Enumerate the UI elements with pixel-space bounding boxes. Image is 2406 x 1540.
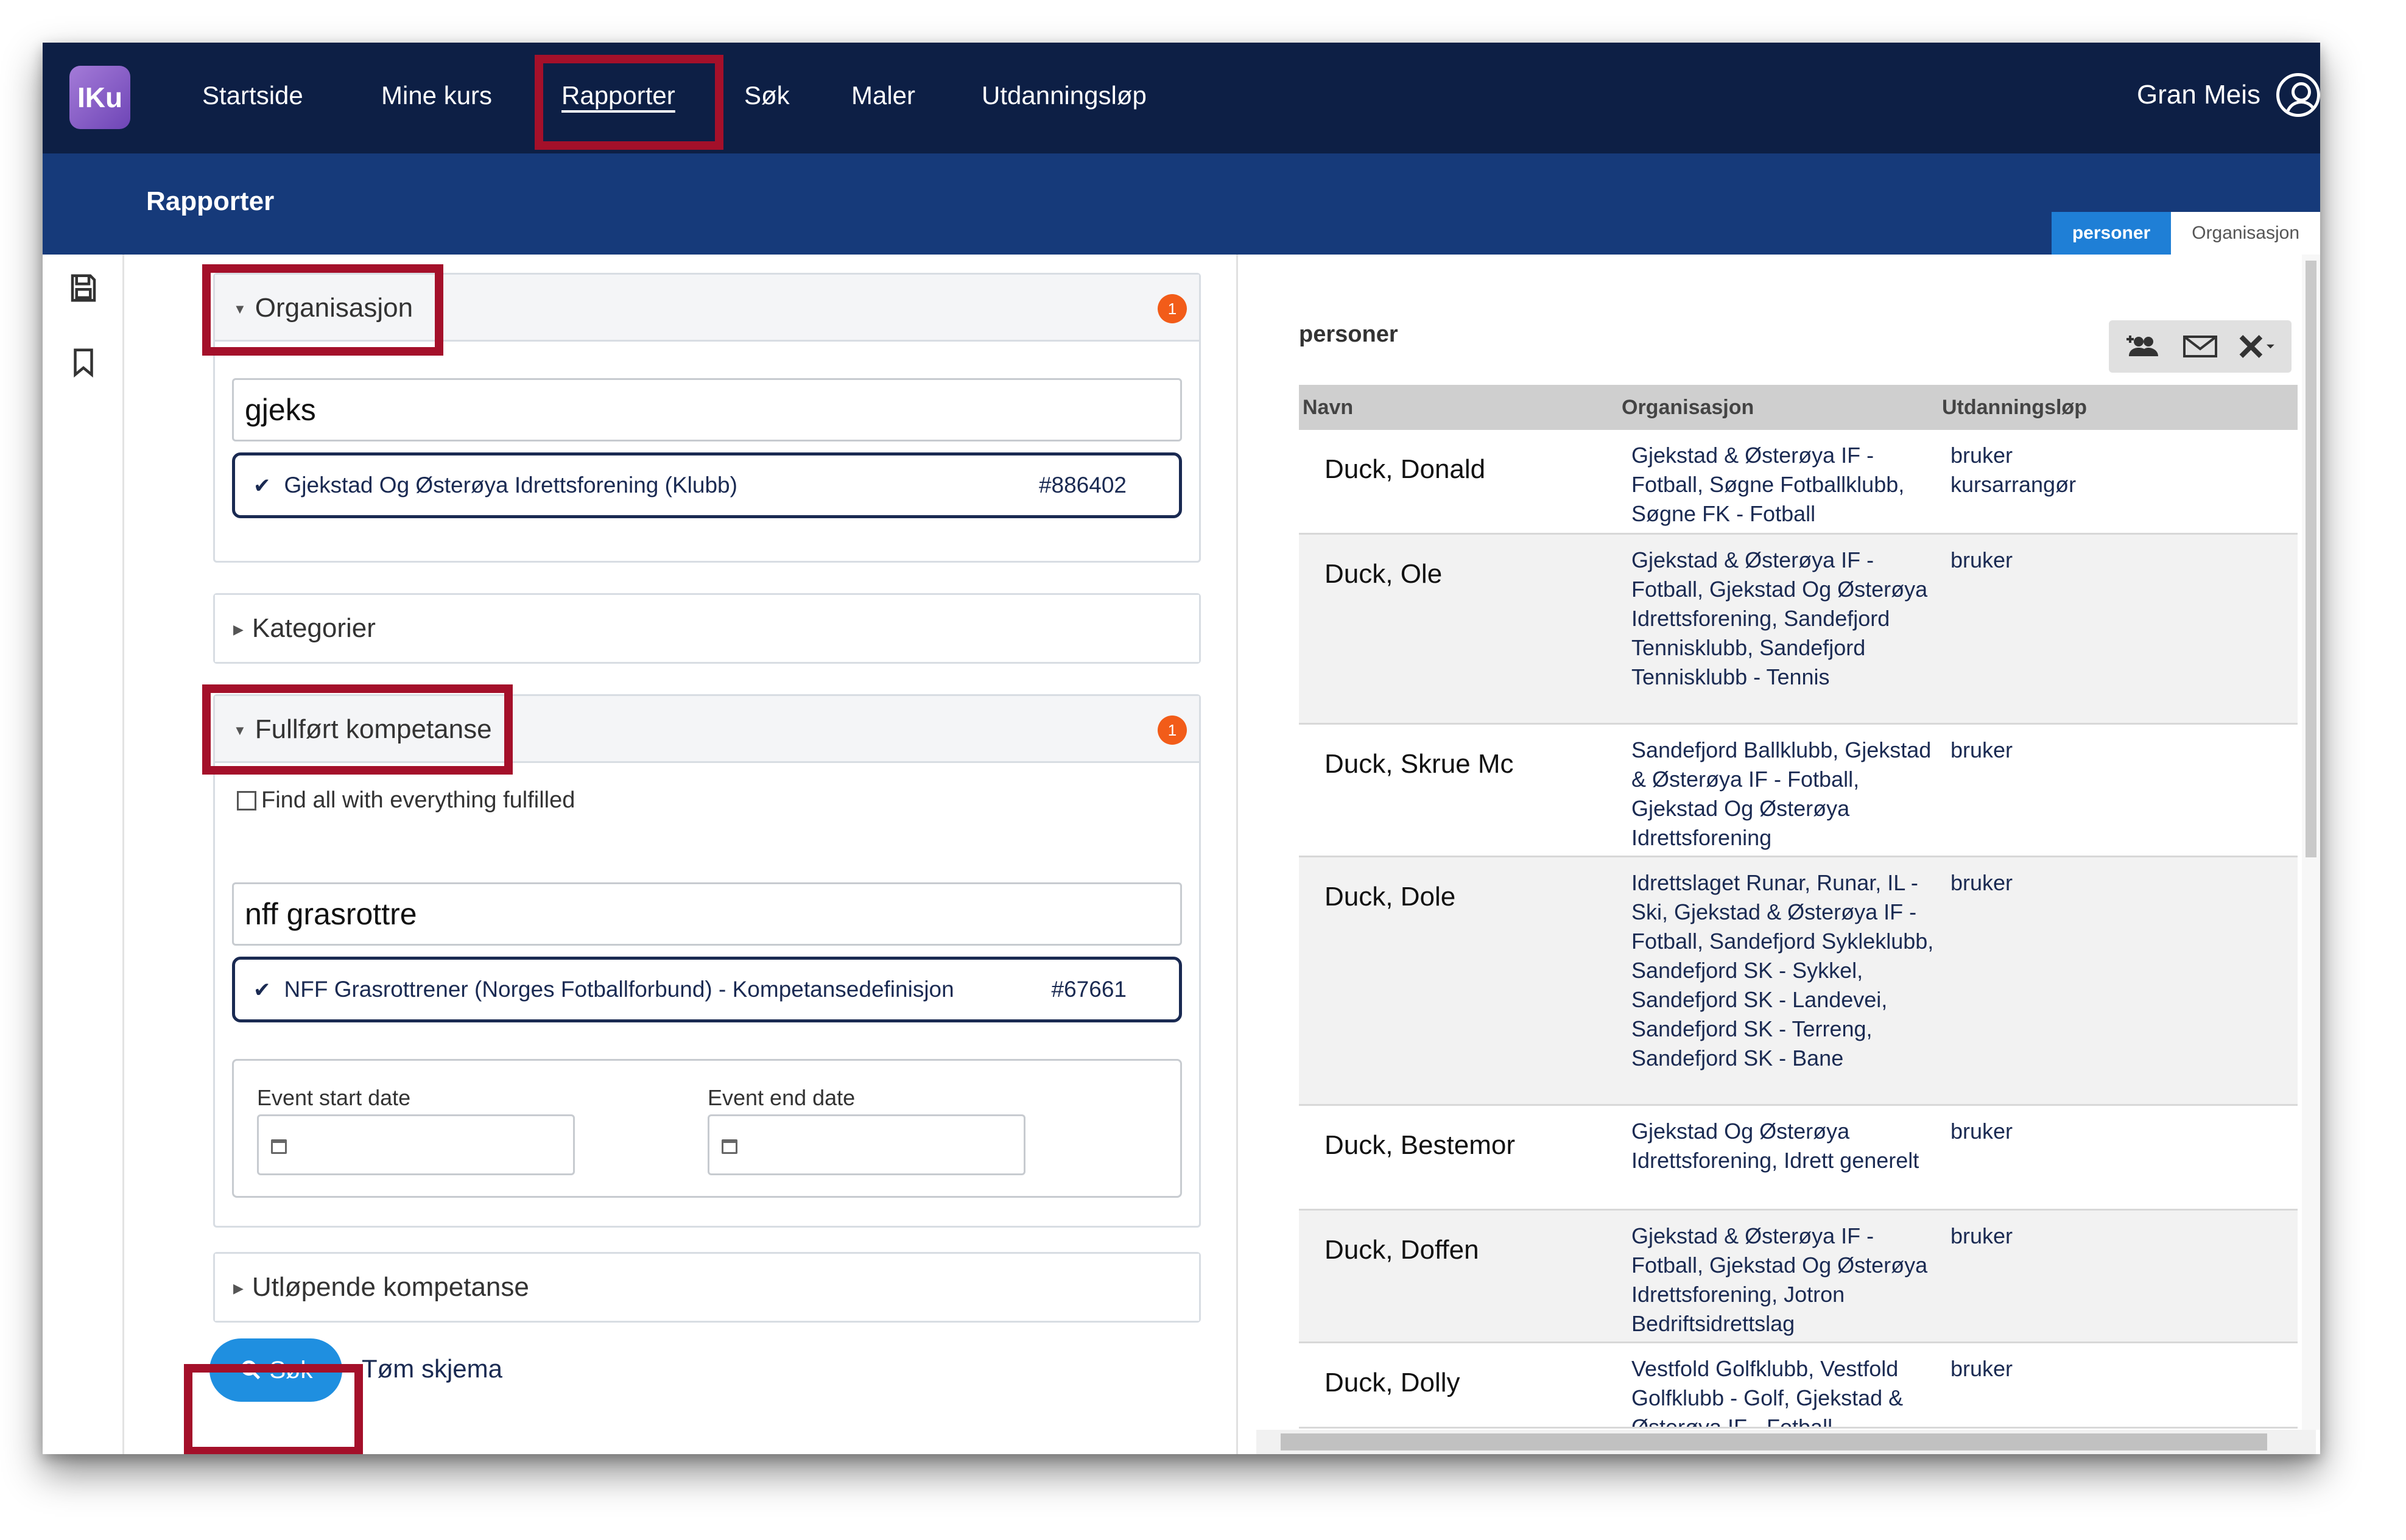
filter-count-badge: 1 <box>1158 716 1187 745</box>
check-icon: ✔ <box>253 474 271 498</box>
caret-down-icon: ▼ <box>233 723 247 739</box>
user-avatar-icon[interactable] <box>2276 73 2320 117</box>
view-tabs: personer Organisasjon <box>2051 212 2320 255</box>
section-kategorier-header[interactable]: ▶ Kategorier <box>215 595 1199 662</box>
save-icon[interactable] <box>67 272 100 304</box>
column-header-navn[interactable]: Navn <box>1303 385 1353 430</box>
results-title: personer <box>1299 322 1398 347</box>
caret-down-icon: ▼ <box>233 301 247 317</box>
section-fullfort-title: Fullført kompetanse <box>255 714 492 744</box>
nav-sok[interactable]: Søk <box>744 74 790 117</box>
caret-right-icon: ▶ <box>233 1281 244 1296</box>
kompetanse-selected-id: #67661 <box>1051 977 1127 1002</box>
page-header: Rapporter personer Organisasjon <box>43 153 2320 255</box>
event-start-label: Event start date <box>257 1085 411 1110</box>
add-users-icon[interactable] <box>2124 331 2163 362</box>
excel-export-icon[interactable] <box>2237 331 2276 362</box>
results-toolbar <box>2109 320 2292 373</box>
section-fullfort-header[interactable]: ▼ Fullført kompetanse 1 <box>215 696 1199 763</box>
table-row[interactable]: Duck, Doffen Gjekstad & Østerøya IF - Fo… <box>1299 1211 2298 1343</box>
section-utlopende-header[interactable]: ▶ Utløpende kompetanse <box>215 1254 1199 1321</box>
section-organisasjon-header[interactable]: ▼ Organisasjon 1 <box>215 275 1199 342</box>
table-row[interactable]: Duck, Ole Gjekstad & Østerøya IF - Fotba… <box>1299 535 2298 725</box>
scrollbar-thumb[interactable] <box>1281 1433 2267 1450</box>
table-header: Navn Organisasjon Utdanningsløp <box>1299 385 2298 430</box>
check-icon: ✔ <box>253 979 271 1002</box>
tab-organisasjon[interactable]: Organisasjon <box>2171 212 2320 255</box>
kompetanse-search-input[interactable]: nff grasrottre <box>232 882 1182 946</box>
table-row[interactable]: Duck, Donald Gjekstad & Østerøya IF - Fo… <box>1299 430 2298 535</box>
nav-mine-kurs[interactable]: Mine kurs <box>381 74 492 117</box>
results-panel: personer Navn Organisasjon Utdanningsløp <box>1236 255 2320 1454</box>
table-row[interactable]: Duck, Dole Idrettslaget Runar, Runar, IL… <box>1299 857 2298 1106</box>
search-icon <box>241 1360 261 1380</box>
find-all-fulfilled-checkbox[interactable] <box>237 790 256 810</box>
organisasjon-selected-id: #886402 <box>1038 473 1127 498</box>
top-nav: IKu Startside Mine kurs Rapporter Søk Ma… <box>43 43 2320 153</box>
table-row[interactable]: Duck, Bestemor Gjekstad Og Østerøya Idre… <box>1299 1106 2298 1211</box>
section-kategorier: ▶ Kategorier <box>213 593 1201 664</box>
results-horizontal-scrollbar[interactable] <box>1256 1430 2316 1454</box>
search-button[interactable]: Søk <box>209 1338 342 1402</box>
event-start-date-input[interactable] <box>257 1114 575 1175</box>
column-header-organisasjon[interactable]: Organisasjon <box>1622 385 1754 430</box>
nav-maler[interactable]: Maler <box>851 74 915 117</box>
section-fullfort-kompetanse: ▼ Fullført kompetanse 1 Find all with eve… <box>213 694 1201 1228</box>
calendar-icon <box>271 1139 287 1154</box>
column-header-utdanningslop[interactable]: Utdanningsløp <box>1942 385 2087 430</box>
clear-form-link[interactable]: Tøm skjema <box>362 1354 502 1384</box>
kompetanse-selected-item[interactable]: ✔ NFF Grasrottrener (Norges Fotballforbun… <box>232 957 1182 1022</box>
section-organisasjon-title: Organisasjon <box>255 293 413 323</box>
table-row[interactable]: Duck, Skrue Mc Sandefjord Ballklubb, Gje… <box>1299 725 2298 857</box>
results-table: Navn Organisasjon Utdanningsløp Duck, Do… <box>1299 385 2298 1429</box>
side-rail <box>43 255 124 1454</box>
filter-count-badge: 1 <box>1158 294 1187 323</box>
event-end-date-input[interactable] <box>708 1114 1025 1175</box>
caret-right-icon: ▶ <box>233 622 244 638</box>
event-date-range: Event start date Event end date <box>232 1059 1182 1198</box>
scrollbar-thumb[interactable] <box>2306 261 2316 857</box>
tab-personer[interactable]: personer <box>2051 212 2172 255</box>
user-name: Gran Meis <box>2137 80 2260 110</box>
section-organisasjon: ▼ Organisasjon 1 gjeks ✔ Gjekstad Og Øster… <box>213 273 1201 563</box>
event-end-label: Event end date <box>708 1085 856 1110</box>
find-all-fulfilled-row[interactable]: Find all with everything fulfilled <box>237 787 575 814</box>
nav-utdanningslop[interactable]: Utdanningsløp <box>982 74 1147 117</box>
user-menu[interactable]: Gran Meis <box>2137 73 2320 117</box>
table-body: Duck, Donald Gjekstad & Østerøya IF - Fo… <box>1299 430 2298 1429</box>
app-window: IKu Startside Mine kurs Rapporter Søk Ma… <box>43 43 2320 1454</box>
organisasjon-search-input[interactable]: gjeks <box>232 378 1182 441</box>
email-icon[interactable] <box>2181 331 2220 362</box>
filter-panel: ▼ Organisasjon 1 gjeks ✔ Gjekstad Og Øster… <box>124 255 1269 1454</box>
nav-startside[interactable]: Startside <box>202 74 303 117</box>
page-title: Rapporter <box>146 186 275 216</box>
section-utlopende-kompetanse: ▶ Utløpende kompetanse <box>213 1252 1201 1323</box>
app-logo[interactable]: IKu <box>69 66 130 129</box>
calendar-icon <box>722 1139 737 1154</box>
bookmark-icon[interactable] <box>67 346 100 379</box>
nav-rapporter[interactable]: Rapporter <box>561 74 675 117</box>
results-vertical-scrollbar[interactable] <box>2302 255 2320 1430</box>
table-row[interactable]: Duck, Dolly Vestfold Golfklubb, Vestfold… <box>1299 1343 2298 1429</box>
organisasjon-selected-item[interactable]: ✔ Gjekstad Og Østerøya Idrettsforening (K… <box>232 452 1182 518</box>
